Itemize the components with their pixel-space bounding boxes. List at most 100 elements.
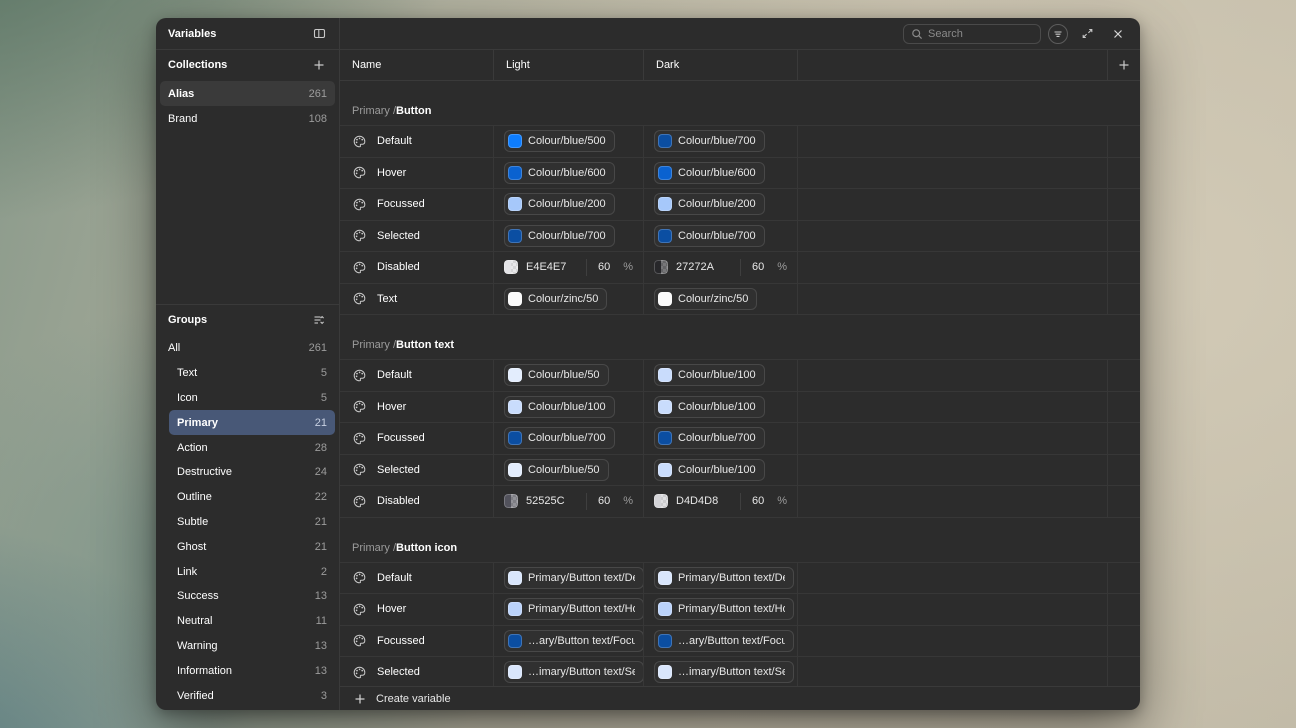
variable-row[interactable]: Focussed…ary/Button text/Focussed…ary/Bu… xyxy=(340,626,1140,658)
sidebar-item-verified[interactable]: Verified3 xyxy=(169,683,335,708)
variable-name-cell[interactable]: Selected xyxy=(340,221,494,252)
variable-chip[interactable]: Colour/blue/50 xyxy=(504,364,609,386)
variable-chip[interactable]: Primary/Button text/Default xyxy=(654,567,794,589)
variable-chip[interactable]: Colour/blue/100 xyxy=(654,364,765,386)
opacity-field[interactable]: 60% xyxy=(586,259,643,276)
variable-row[interactable]: DefaultColour/blue/500Colour/blue/700 xyxy=(340,126,1140,158)
sidebar-item-all[interactable]: All261 xyxy=(160,336,335,361)
opacity-field[interactable]: 60% xyxy=(586,493,643,510)
light-mode-cell[interactable]: …imary/Button text/Selected xyxy=(494,657,644,686)
variable-name-cell[interactable]: Hover xyxy=(340,392,494,423)
variable-name-cell[interactable]: Disabled xyxy=(340,486,494,517)
variable-name-cell[interactable]: Text xyxy=(340,284,494,315)
expand-button[interactable] xyxy=(1075,22,1099,46)
variable-name-cell[interactable]: Default xyxy=(340,360,494,391)
opacity-field[interactable]: 60% xyxy=(740,259,797,276)
variable-chip[interactable]: Colour/blue/50 xyxy=(504,459,609,481)
hex-value[interactable]: D4D4D8 xyxy=(676,495,718,507)
variable-chip[interactable]: Colour/zinc/50 xyxy=(654,288,757,310)
variable-row[interactable]: Focussed Colour/blue/200 Colour/blue/200 xyxy=(340,189,1140,221)
dark-mode-cell[interactable]: Colour/blue/700 xyxy=(644,221,798,252)
variable-chip[interactable]: Colour/blue/100 xyxy=(504,396,615,418)
variable-row[interactable]: Selected …imary/Button text/Selected …imar… xyxy=(340,657,1140,686)
variable-chip[interactable]: Primary/Button text/Default xyxy=(504,567,644,589)
close-button[interactable] xyxy=(1106,22,1130,46)
light-mode-cell[interactable]: Colour/blue/700 xyxy=(494,423,644,454)
dark-mode-cell[interactable]: 27272A60% xyxy=(644,252,798,283)
sidebar-item-link[interactable]: Link2 xyxy=(169,559,335,584)
sidebar-item-text[interactable]: Text5 xyxy=(169,361,335,386)
sidebar-item-action[interactable]: Action28 xyxy=(169,435,335,460)
variable-row[interactable]: Default Primary/Button text/Default Primar… xyxy=(340,563,1140,595)
sidebar-item-ghost[interactable]: Ghost21 xyxy=(169,534,335,559)
sidebar-item-icon[interactable]: Icon5 xyxy=(169,386,335,411)
variable-chip[interactable]: …imary/Button text/Selected xyxy=(654,661,794,683)
opacity-field[interactable]: 60% xyxy=(740,493,797,510)
variable-chip[interactable]: …imary/Button text/Selected xyxy=(504,661,644,683)
sidebar-item-subtle[interactable]: Subtle21 xyxy=(169,510,335,535)
light-mode-cell[interactable]: Colour/blue/600 xyxy=(494,158,644,189)
variable-name-cell[interactable]: Selected xyxy=(340,657,494,686)
variable-name-cell[interactable]: Hover xyxy=(340,158,494,189)
sidebar-item-warning[interactable]: Warning13 xyxy=(169,634,335,659)
sidebar-item-outline[interactable]: Outline22 xyxy=(169,485,335,510)
dark-mode-cell[interactable]: Primary/Button text/Default xyxy=(644,563,798,594)
variable-row[interactable]: Hover Colour/blue/600 Colour/blue/600 xyxy=(340,158,1140,190)
variable-chip[interactable]: Colour/blue/600 xyxy=(504,162,615,184)
collapse-groups-button[interactable] xyxy=(307,308,331,332)
variable-chip[interactable]: …ary/Button text/Focussed xyxy=(654,630,794,652)
dark-mode-cell[interactable]: …imary/Button text/Selected xyxy=(644,657,798,686)
variable-chip[interactable]: Colour/blue/700 xyxy=(504,427,615,449)
sidebar-item-alias[interactable]: Alias261 xyxy=(160,81,335,106)
variable-chip[interactable]: Colour/blue/600 xyxy=(654,162,765,184)
variable-chip[interactable]: Colour/blue/700 xyxy=(654,130,765,152)
variable-name-cell[interactable]: Focussed xyxy=(340,423,494,454)
variable-chip[interactable]: …ary/Button text/Focussed xyxy=(504,630,644,652)
light-mode-cell[interactable]: E4E4E760% xyxy=(494,252,644,283)
dark-mode-cell[interactable]: Colour/blue/700 xyxy=(644,423,798,454)
sidebar-item-neutral[interactable]: Neutral11 xyxy=(169,609,335,634)
variable-chip[interactable]: Colour/blue/700 xyxy=(504,225,615,247)
light-mode-cell[interactable]: Primary/Button text/Hover xyxy=(494,594,644,625)
add-collection-button[interactable] xyxy=(307,53,331,77)
variable-name-cell[interactable]: Disabled xyxy=(340,252,494,283)
create-variable-button[interactable] xyxy=(352,691,368,707)
light-mode-cell[interactable]: Colour/blue/500 xyxy=(494,126,644,157)
light-mode-cell[interactable]: Colour/blue/50 xyxy=(494,455,644,486)
variable-name-cell[interactable]: Focussed xyxy=(340,189,494,220)
variable-row[interactable]: Default Colour/blue/50 Colour/blue/100 xyxy=(340,360,1140,392)
sidebar-item-brand[interactable]: Brand108 xyxy=(160,106,335,131)
sidebar-item-destructive[interactable]: Destructive24 xyxy=(169,460,335,485)
color-value-field[interactable]: 27272A60% xyxy=(644,259,797,276)
light-mode-cell[interactable]: Colour/blue/200 xyxy=(494,189,644,220)
variable-chip[interactable]: Colour/blue/700 xyxy=(654,225,765,247)
variable-name-cell[interactable]: Hover xyxy=(340,594,494,625)
dark-mode-cell[interactable]: Primary/Button text/Hover xyxy=(644,594,798,625)
variable-row[interactable]: Selected Colour/blue/700 Colour/blue/700 xyxy=(340,221,1140,253)
variable-chip[interactable]: Colour/blue/500 xyxy=(504,130,615,152)
dark-mode-cell[interactable]: Colour/blue/700 xyxy=(644,126,798,157)
variable-row[interactable]: SelectedColour/blue/50Colour/blue/100 xyxy=(340,455,1140,487)
light-mode-cell[interactable]: Colour/zinc/50 xyxy=(494,284,644,315)
dark-mode-cell[interactable]: D4D4D8 60% xyxy=(644,486,798,517)
variable-row[interactable]: Focussed Colour/blue/700 Colour/blue/700 xyxy=(340,423,1140,455)
dark-mode-cell[interactable]: Colour/zinc/50 xyxy=(644,284,798,315)
variable-row[interactable]: Disabled52525C60%D4D4D860% xyxy=(340,486,1140,518)
variable-chip[interactable]: Colour/blue/200 xyxy=(654,193,765,215)
variable-row[interactable]: Hover Primary/Button text/Hover Primary/Bu… xyxy=(340,594,1140,626)
sidebar-item-success[interactable]: Success13 xyxy=(169,584,335,609)
variable-chip[interactable]: Primary/Button text/Hover xyxy=(504,598,644,620)
variable-name-cell[interactable]: Default xyxy=(340,563,494,594)
light-mode-cell[interactable]: Primary/Button text/Default xyxy=(494,563,644,594)
variable-row[interactable]: Text Colour/zinc/50 Colour/zinc/50 xyxy=(340,284,1140,316)
variable-chip[interactable]: Primary/Button text/Hover xyxy=(654,598,794,620)
dark-mode-cell[interactable]: Colour/blue/100 xyxy=(644,360,798,391)
light-mode-cell[interactable]: …ary/Button text/Focussed xyxy=(494,626,644,657)
sidebar-item-primary[interactable]: Primary21 xyxy=(169,410,335,435)
variable-chip[interactable]: Colour/blue/200 xyxy=(504,193,615,215)
dark-mode-cell[interactable]: Colour/blue/100 xyxy=(644,455,798,486)
variable-chip[interactable]: Colour/zinc/50 xyxy=(504,288,607,310)
color-value-field[interactable]: E4E4E760% xyxy=(494,259,643,276)
variable-row[interactable]: HoverColour/blue/100Colour/blue/100 xyxy=(340,392,1140,424)
dark-mode-cell[interactable]: Colour/blue/600 xyxy=(644,158,798,189)
